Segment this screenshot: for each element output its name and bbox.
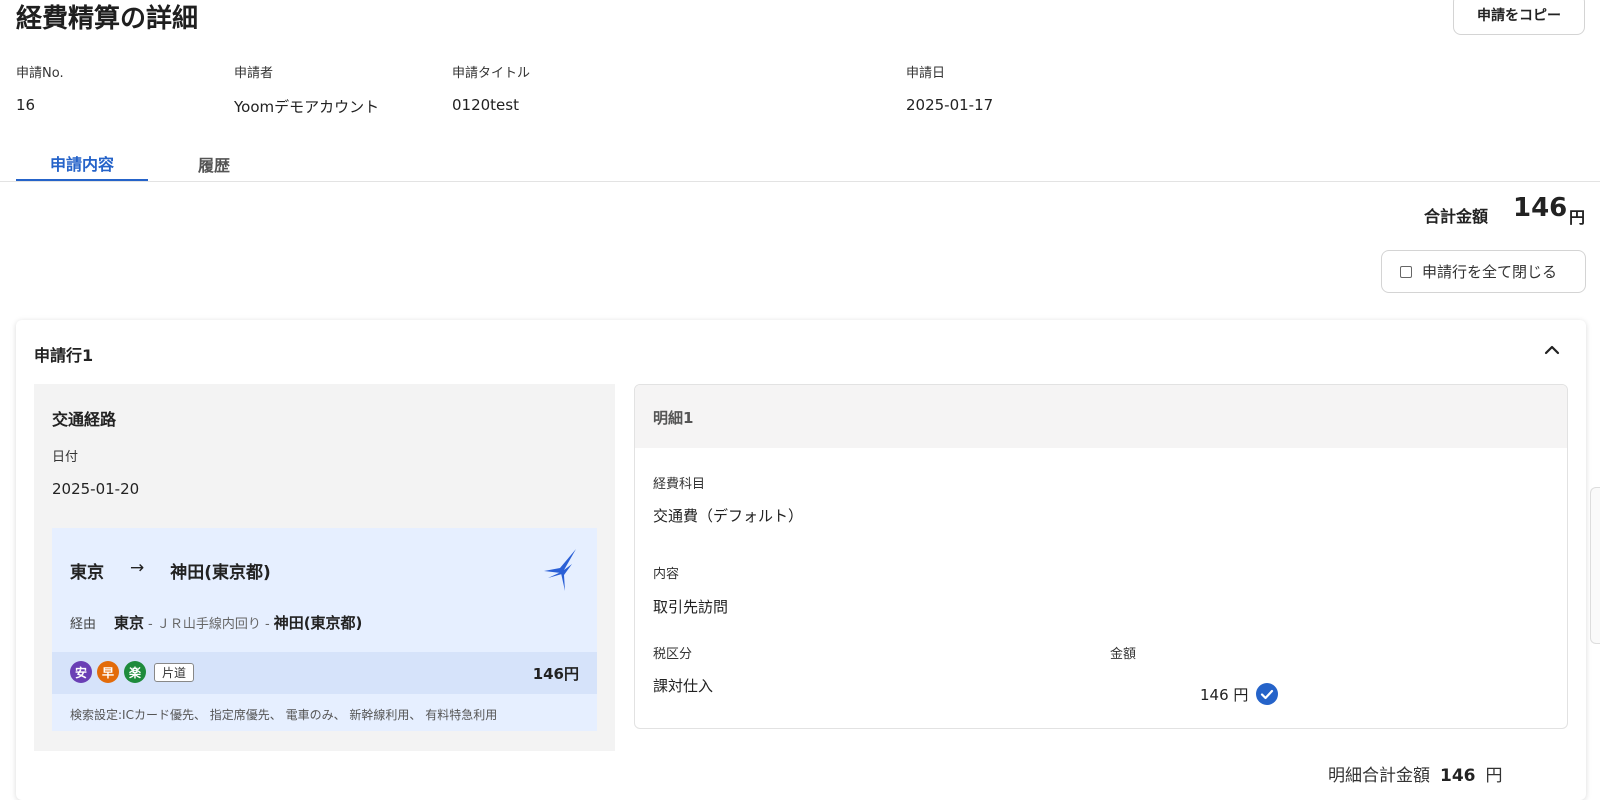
application-title-label: 申請タイトル [452, 66, 531, 81]
trip-type-badge: 片道 [154, 662, 195, 682]
content-value: 取引先訪問 [653, 598, 729, 616]
route-result-box: 東京 → 神田(東京都) 経由 東京 - ＪＲ山手線内回り - 神田(東京都) … [52, 528, 597, 731]
via-from-station: 東京 [114, 614, 145, 632]
application-title-value: 0120test [452, 96, 519, 114]
application-date-label: 申請日 [906, 66, 946, 81]
via-line-name: - ＪＲ山手線内回り - [148, 617, 270, 632]
tab-history[interactable]: 履歴 [180, 146, 248, 182]
transport-route-title: 交通経路 [52, 410, 117, 429]
total-amount-label: 合計金額 [1424, 207, 1489, 226]
amount-row: 146 円 [1200, 683, 1279, 705]
easy-badge: 楽 [124, 661, 146, 683]
route-via: 経由 東京 - ＪＲ山手線内回り - 神田(東京都) [70, 612, 362, 633]
route-arrow: → [130, 558, 145, 578]
page-title: 経費精算の詳細 [16, 4, 199, 34]
route-date-label: 日付 [52, 450, 79, 465]
fare-value: 146円 [532, 665, 579, 683]
expense-category-label: 経費科目 [653, 477, 706, 492]
tab-application-content[interactable]: 申請内容 [16, 146, 148, 182]
fare-bar: 安 早 楽 片道 146円 [52, 652, 597, 694]
subtotal-value: 146 [1440, 766, 1476, 786]
amount-value: 146 円 [1200, 685, 1249, 704]
total-amount-value: 146 [1513, 193, 1568, 223]
subtotal-unit: 円 [1485, 766, 1503, 786]
expense-category-value: 交通費（デフォルト） [653, 507, 804, 525]
detail-title: 明細1 [653, 409, 694, 427]
copy-application-button[interactable]: 申請をコピー [1453, 0, 1585, 35]
detail-header: 明細1 [635, 385, 1567, 448]
detail-panel: 明細1 経費科目 交通費（デフォルト） 内容 取引先訪問 税区分 課対仕入 金額… [634, 384, 1568, 729]
cheap-badge: 安 [70, 661, 92, 683]
bird-logo-icon [544, 549, 576, 591]
application-line-title: 申請行1 [34, 346, 94, 365]
application-date-value: 2025-01-17 [906, 96, 994, 114]
transport-route-panel: 交通経路 日付 2025-01-20 東京 → 神田(東京都) 経由 東京 - … [34, 384, 615, 751]
route-to: 神田(東京都) [170, 563, 271, 583]
tax-category-label: 税区分 [653, 647, 693, 662]
total-amount-unit: 円 [1569, 208, 1586, 227]
amount-label: 金額 [1110, 647, 1137, 662]
route-badges: 安 早 楽 片道 [70, 661, 195, 683]
route-heading: 東京 → 神田(東京都) [70, 558, 271, 583]
applicant-label: 申請者 [234, 66, 274, 81]
via-to-station: 神田(東京都) [273, 614, 363, 632]
chevron-up-icon[interactable] [1540, 338, 1564, 362]
application-line-card: 申請行1 交通経路 日付 2025-01-20 東京 → 神田(東京都) 経由 … [16, 320, 1586, 800]
via-label: 経由 [70, 617, 97, 632]
search-settings-text: 検索設定:ICカード優先、 指定席優先、 電車のみ、 新幹線利用、 有料特急利用 [70, 708, 498, 722]
collapse-all-lines-button[interactable]: 申請行を全て閉じる [1381, 250, 1586, 293]
application-no-value: 16 [16, 96, 36, 114]
tax-category-value: 課対仕入 [653, 677, 714, 695]
check-circle-icon [1256, 683, 1279, 705]
route-date-value: 2025-01-20 [52, 480, 140, 498]
subtotal-label: 明細合計金額 [1328, 766, 1430, 786]
tabs-divider [0, 181, 1600, 182]
applicant-value: Yoomデモアカウント [234, 98, 380, 116]
collapse-all-checkbox[interactable] [1400, 265, 1412, 278]
route-from: 東京 [70, 563, 104, 583]
fast-badge: 早 [97, 661, 119, 683]
content-label: 内容 [653, 567, 680, 582]
application-no-label: 申請No. [16, 66, 64, 81]
detail-subtotal: 明細合計金額 146 円 [1328, 761, 1503, 786]
collapse-all-label: 申請行を全て閉じる [1422, 263, 1558, 281]
side-panel-handle[interactable] [1590, 487, 1600, 644]
